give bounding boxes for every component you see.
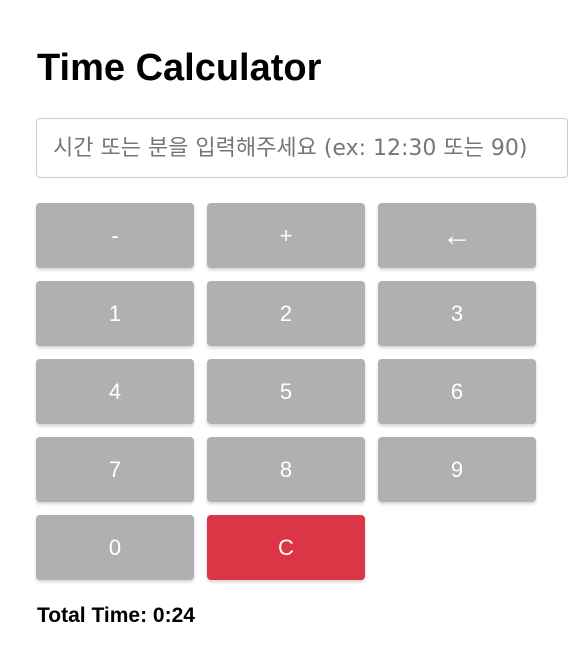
time-input-container[interactable] [36,118,568,178]
time-input[interactable] [37,119,567,177]
digit-1-button[interactable]: 1 [36,281,194,346]
minus-button[interactable]: - [36,203,194,268]
digit-4-button[interactable]: 4 [36,359,194,424]
digit-8-button[interactable]: 8 [207,437,365,502]
digit-0-button[interactable]: 0 [36,515,194,580]
digit-5-button[interactable]: 5 [207,359,365,424]
backspace-button[interactable]: ← [378,203,536,268]
total-time: Total Time: 0:24 [37,604,195,628]
total-time-value: 0:24 [152,604,195,627]
left-arrow-icon: ← [442,218,472,252]
keypad: - + ← 1 2 3 4 5 6 7 8 9 0 C [36,203,536,580]
digit-6-button[interactable]: 6 [378,359,536,424]
page-title: Time Calculator [37,47,322,89]
digit-3-button[interactable]: 3 [378,281,536,346]
clear-button[interactable]: C [207,515,365,580]
digit-9-button[interactable]: 9 [378,437,536,502]
total-time-label: Total Time: [37,604,148,627]
digit-2-button[interactable]: 2 [207,281,365,346]
digit-7-button[interactable]: 7 [36,437,194,502]
plus-button[interactable]: + [207,203,365,268]
